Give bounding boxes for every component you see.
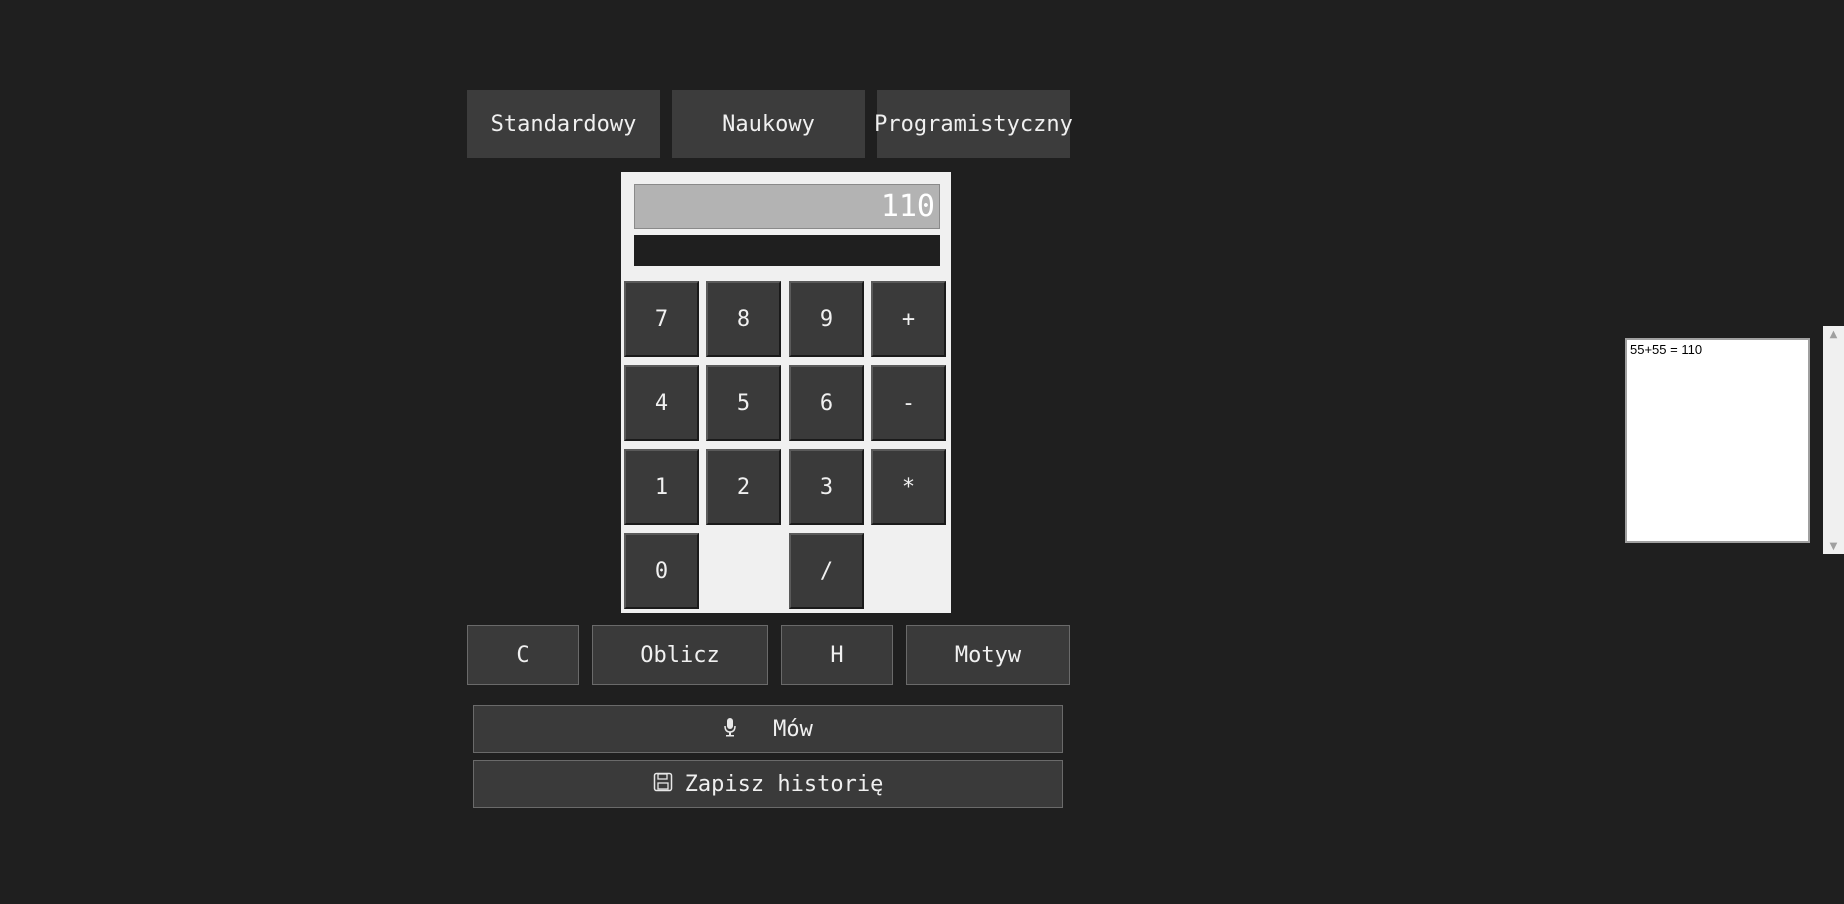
key-divide[interactable]: / xyxy=(789,533,864,609)
key-7[interactable]: 7 xyxy=(624,281,699,357)
microphone-icon xyxy=(723,717,737,742)
scroll-up-icon[interactable]: ▲ xyxy=(1823,326,1844,342)
key-9[interactable]: 9 xyxy=(789,281,864,357)
history-toggle-button[interactable]: H xyxy=(781,625,893,685)
history-scrollbar[interactable]: ▲ ▼ xyxy=(1823,326,1844,554)
save-history-label: Zapisz historię xyxy=(684,771,884,797)
key-minus[interactable]: - xyxy=(871,365,946,441)
key-plus[interactable]: + xyxy=(871,281,946,357)
calculator-panel: 110 7 8 9 + 4 5 6 - 1 2 3 * 0 / xyxy=(621,172,951,613)
key-2[interactable]: 2 xyxy=(706,449,781,525)
floppy-disk-icon xyxy=(653,772,673,797)
key-1[interactable]: 1 xyxy=(624,449,699,525)
key-multiply[interactable]: * xyxy=(871,449,946,525)
key-6[interactable]: 6 xyxy=(789,365,864,441)
mode-programmer-button[interactable]: Programistyczny xyxy=(874,90,1073,158)
scroll-down-icon[interactable]: ▼ xyxy=(1823,538,1844,554)
key-8[interactable]: 8 xyxy=(706,281,781,357)
mode-scientific-button[interactable]: Naukowy xyxy=(672,90,865,158)
key-5[interactable]: 5 xyxy=(706,365,781,441)
save-history-button[interactable]: Zapisz historię xyxy=(473,760,1063,808)
calculate-button[interactable]: Oblicz xyxy=(592,625,768,685)
key-0[interactable]: 0 xyxy=(624,533,699,609)
voice-button[interactable]: Mów xyxy=(473,705,1063,753)
history-entry[interactable]: 55+55 = 110 xyxy=(1630,342,1805,357)
clear-button[interactable]: C xyxy=(467,625,579,685)
voice-label: Mów xyxy=(773,716,813,742)
theme-button[interactable]: Motyw xyxy=(906,625,1070,685)
main-display: 110 xyxy=(634,184,940,229)
key-3[interactable]: 3 xyxy=(789,449,864,525)
key-4[interactable]: 4 xyxy=(624,365,699,441)
history-list[interactable]: 55+55 = 110 xyxy=(1625,338,1810,543)
secondary-display xyxy=(634,235,940,266)
mode-standard-button[interactable]: Standardowy xyxy=(467,90,660,158)
